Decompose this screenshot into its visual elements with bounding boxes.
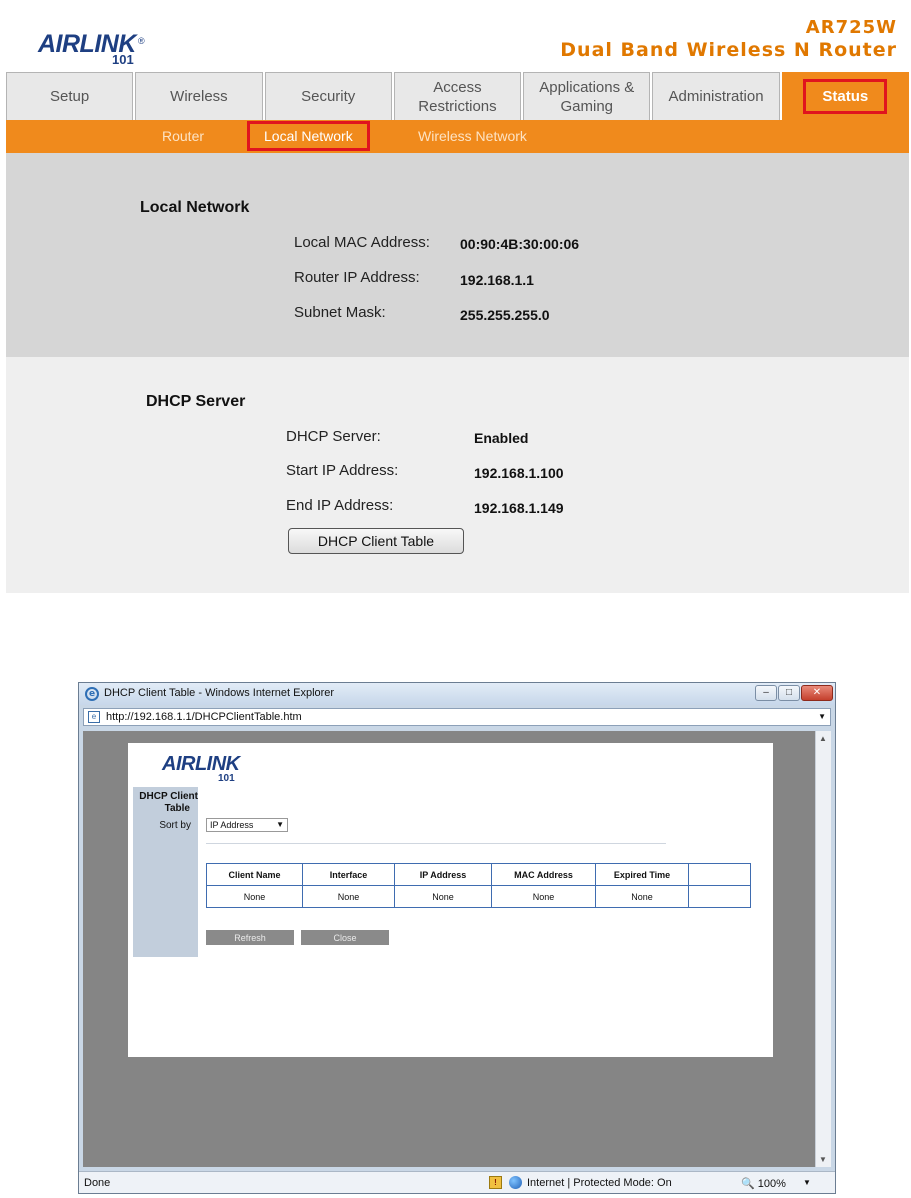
sub-navigation: Router Local Network Wireless Network [6, 120, 909, 153]
close-icon[interactable]: ✕ [801, 685, 833, 701]
subnet-mask-value: 255.255.255.0 [460, 307, 550, 323]
popup-browser-window: e DHCP Client Table - Windows Internet E… [78, 682, 836, 1194]
chevron-down-icon[interactable]: ▼ [818, 712, 826, 721]
cell-client-name: None [206, 885, 303, 908]
cell-interface: None [302, 885, 395, 908]
tab-label: Access [433, 78, 482, 96]
address-url: http://192.168.1.1/DHCPClientTable.htm [106, 711, 302, 723]
table-row: None None None None None [206, 885, 751, 908]
router-ip-value: 192.168.1.1 [460, 272, 534, 288]
zoom-level[interactable]: 🔍 100% [741, 1177, 786, 1190]
col-ip-address: IP Address [394, 863, 492, 886]
tab-status[interactable]: Status [781, 72, 909, 120]
ie-icon: e [85, 687, 99, 701]
internet-zone-icon [509, 1176, 522, 1189]
address-bar[interactable]: e http://192.168.1.1/DHCPClientTable.htm… [83, 708, 831, 726]
side-title-line2: Table [164, 803, 190, 814]
chevron-down-icon: ▼ [276, 820, 284, 829]
tab-administration[interactable]: Administration [652, 72, 780, 120]
status-text: Done [84, 1177, 111, 1189]
dhcp-server-label: DHCP Server: [286, 428, 381, 445]
status-bar: Done ! Internet | Protected Mode: On 🔍 1… [79, 1171, 835, 1193]
tab-access-restrictions[interactable]: Access Restrictions [393, 72, 522, 120]
logo-number: 101 [112, 52, 134, 67]
page-icon: e [88, 711, 100, 723]
tab-label: Status [803, 79, 888, 114]
maximize-icon[interactable]: □ [778, 685, 800, 701]
col-expired-time: Expired Time [595, 863, 689, 886]
sort-by-value: IP Address [210, 820, 254, 830]
tab-label: Wireless [170, 88, 228, 105]
col-mac-address: MAC Address [491, 863, 596, 886]
model-number: AR725W [805, 17, 897, 38]
cell-mac-address: None [491, 885, 596, 908]
tab-label-line2: Restrictions [418, 97, 497, 115]
product-header: AR725W Dual Band Wireless N Router [560, 17, 897, 61]
subtab-local-network[interactable]: Local Network [247, 121, 370, 151]
side-title: DHCP Client Table [133, 791, 198, 815]
section-heading: Local Network [140, 199, 250, 216]
subnet-mask-label: Subnet Mask: [294, 304, 386, 321]
airlink-logo: AIRLINK ® 101 [20, 14, 160, 70]
side-panel: DHCP Client Table Sort by [133, 787, 198, 957]
window-titlebar[interactable]: e DHCP Client Table - Windows Internet E… [79, 683, 835, 705]
zoom-value: 100% [757, 1178, 786, 1190]
end-ip-label: End IP Address: [286, 497, 394, 514]
router-status-page: AIRLINK ® 101 AR725W Dual Band Wireless … [0, 0, 911, 600]
window-title: DHCP Client Table - Windows Internet Exp… [104, 687, 335, 699]
browser-viewport: AIRLINK 101 DHCP Client Table Sort by IP… [83, 731, 815, 1167]
tab-label-line2: Gaming [560, 97, 614, 115]
logo-number: 101 [218, 773, 235, 784]
tab-applications-gaming[interactable]: Applications & Gaming [523, 72, 651, 120]
dhcp-client-table-page: AIRLINK 101 DHCP Client Table Sort by IP… [128, 743, 773, 1057]
section-heading: DHCP Server [146, 393, 246, 410]
subtab-wireless-network[interactable]: Wireless Network [418, 128, 527, 144]
tab-label: Administration [668, 88, 764, 105]
col-empty [688, 863, 751, 886]
tab-label: Applications & [539, 78, 635, 96]
logo-registered: ® [138, 36, 145, 46]
start-ip-label: Start IP Address: [286, 462, 399, 479]
local-mac-label: Local MAC Address: [294, 234, 430, 251]
dhcp-server-value: Enabled [474, 430, 529, 446]
divider [206, 843, 666, 844]
local-mac-value: 00:90:4B:30:00:06 [460, 236, 580, 252]
tab-wireless[interactable]: Wireless [135, 72, 263, 120]
refresh-button[interactable]: Refresh [206, 930, 294, 945]
dhcp-client-table-button[interactable]: DHCP Client Table [288, 528, 464, 554]
product-name: Dual Band Wireless N Router [560, 39, 897, 61]
cell-expired-time: None [595, 885, 689, 908]
close-button[interactable]: Close [301, 930, 389, 945]
side-title-line1: DHCP Client [139, 791, 198, 802]
client-table: Client Name Interface IP Address MAC Add… [206, 863, 751, 908]
protected-mode-icon[interactable]: ! [489, 1176, 502, 1189]
tab-setup[interactable]: Setup [6, 72, 134, 120]
scroll-down-icon[interactable]: ▼ [819, 1155, 827, 1164]
sort-by-select[interactable]: IP Address ▼ [206, 818, 288, 832]
cell-empty [688, 885, 751, 908]
col-client-name: Client Name [206, 863, 303, 886]
router-ip-label: Router IP Address: [294, 269, 420, 286]
cell-ip-address: None [394, 885, 492, 908]
subtab-router[interactable]: Router [162, 128, 204, 144]
tab-label: Security [301, 88, 356, 105]
end-ip-value: 192.168.1.149 [474, 500, 564, 516]
tab-label: Setup [50, 88, 90, 105]
local-network-section: Local Network Local MAC Address: 00:90:4… [6, 153, 909, 357]
table-header-row: Client Name Interface IP Address MAC Add… [206, 863, 751, 886]
tab-security[interactable]: Security [264, 72, 392, 120]
security-zone-text[interactable]: Internet | Protected Mode: On [527, 1177, 672, 1189]
main-tabs: Setup Wireless Security Access Restrictio… [6, 72, 909, 120]
dhcp-server-section: DHCP Server DHCP Server: Enabled Start I… [6, 357, 909, 593]
sort-by-label: Sort by [159, 820, 191, 831]
vertical-scrollbar[interactable]: ▲ ▼ [815, 731, 831, 1167]
minimize-icon[interactable]: – [755, 685, 777, 701]
chevron-down-icon[interactable]: ▼ [803, 1178, 811, 1187]
scroll-up-icon[interactable]: ▲ [819, 734, 827, 743]
col-interface: Interface [302, 863, 395, 886]
start-ip-value: 192.168.1.100 [474, 465, 564, 481]
